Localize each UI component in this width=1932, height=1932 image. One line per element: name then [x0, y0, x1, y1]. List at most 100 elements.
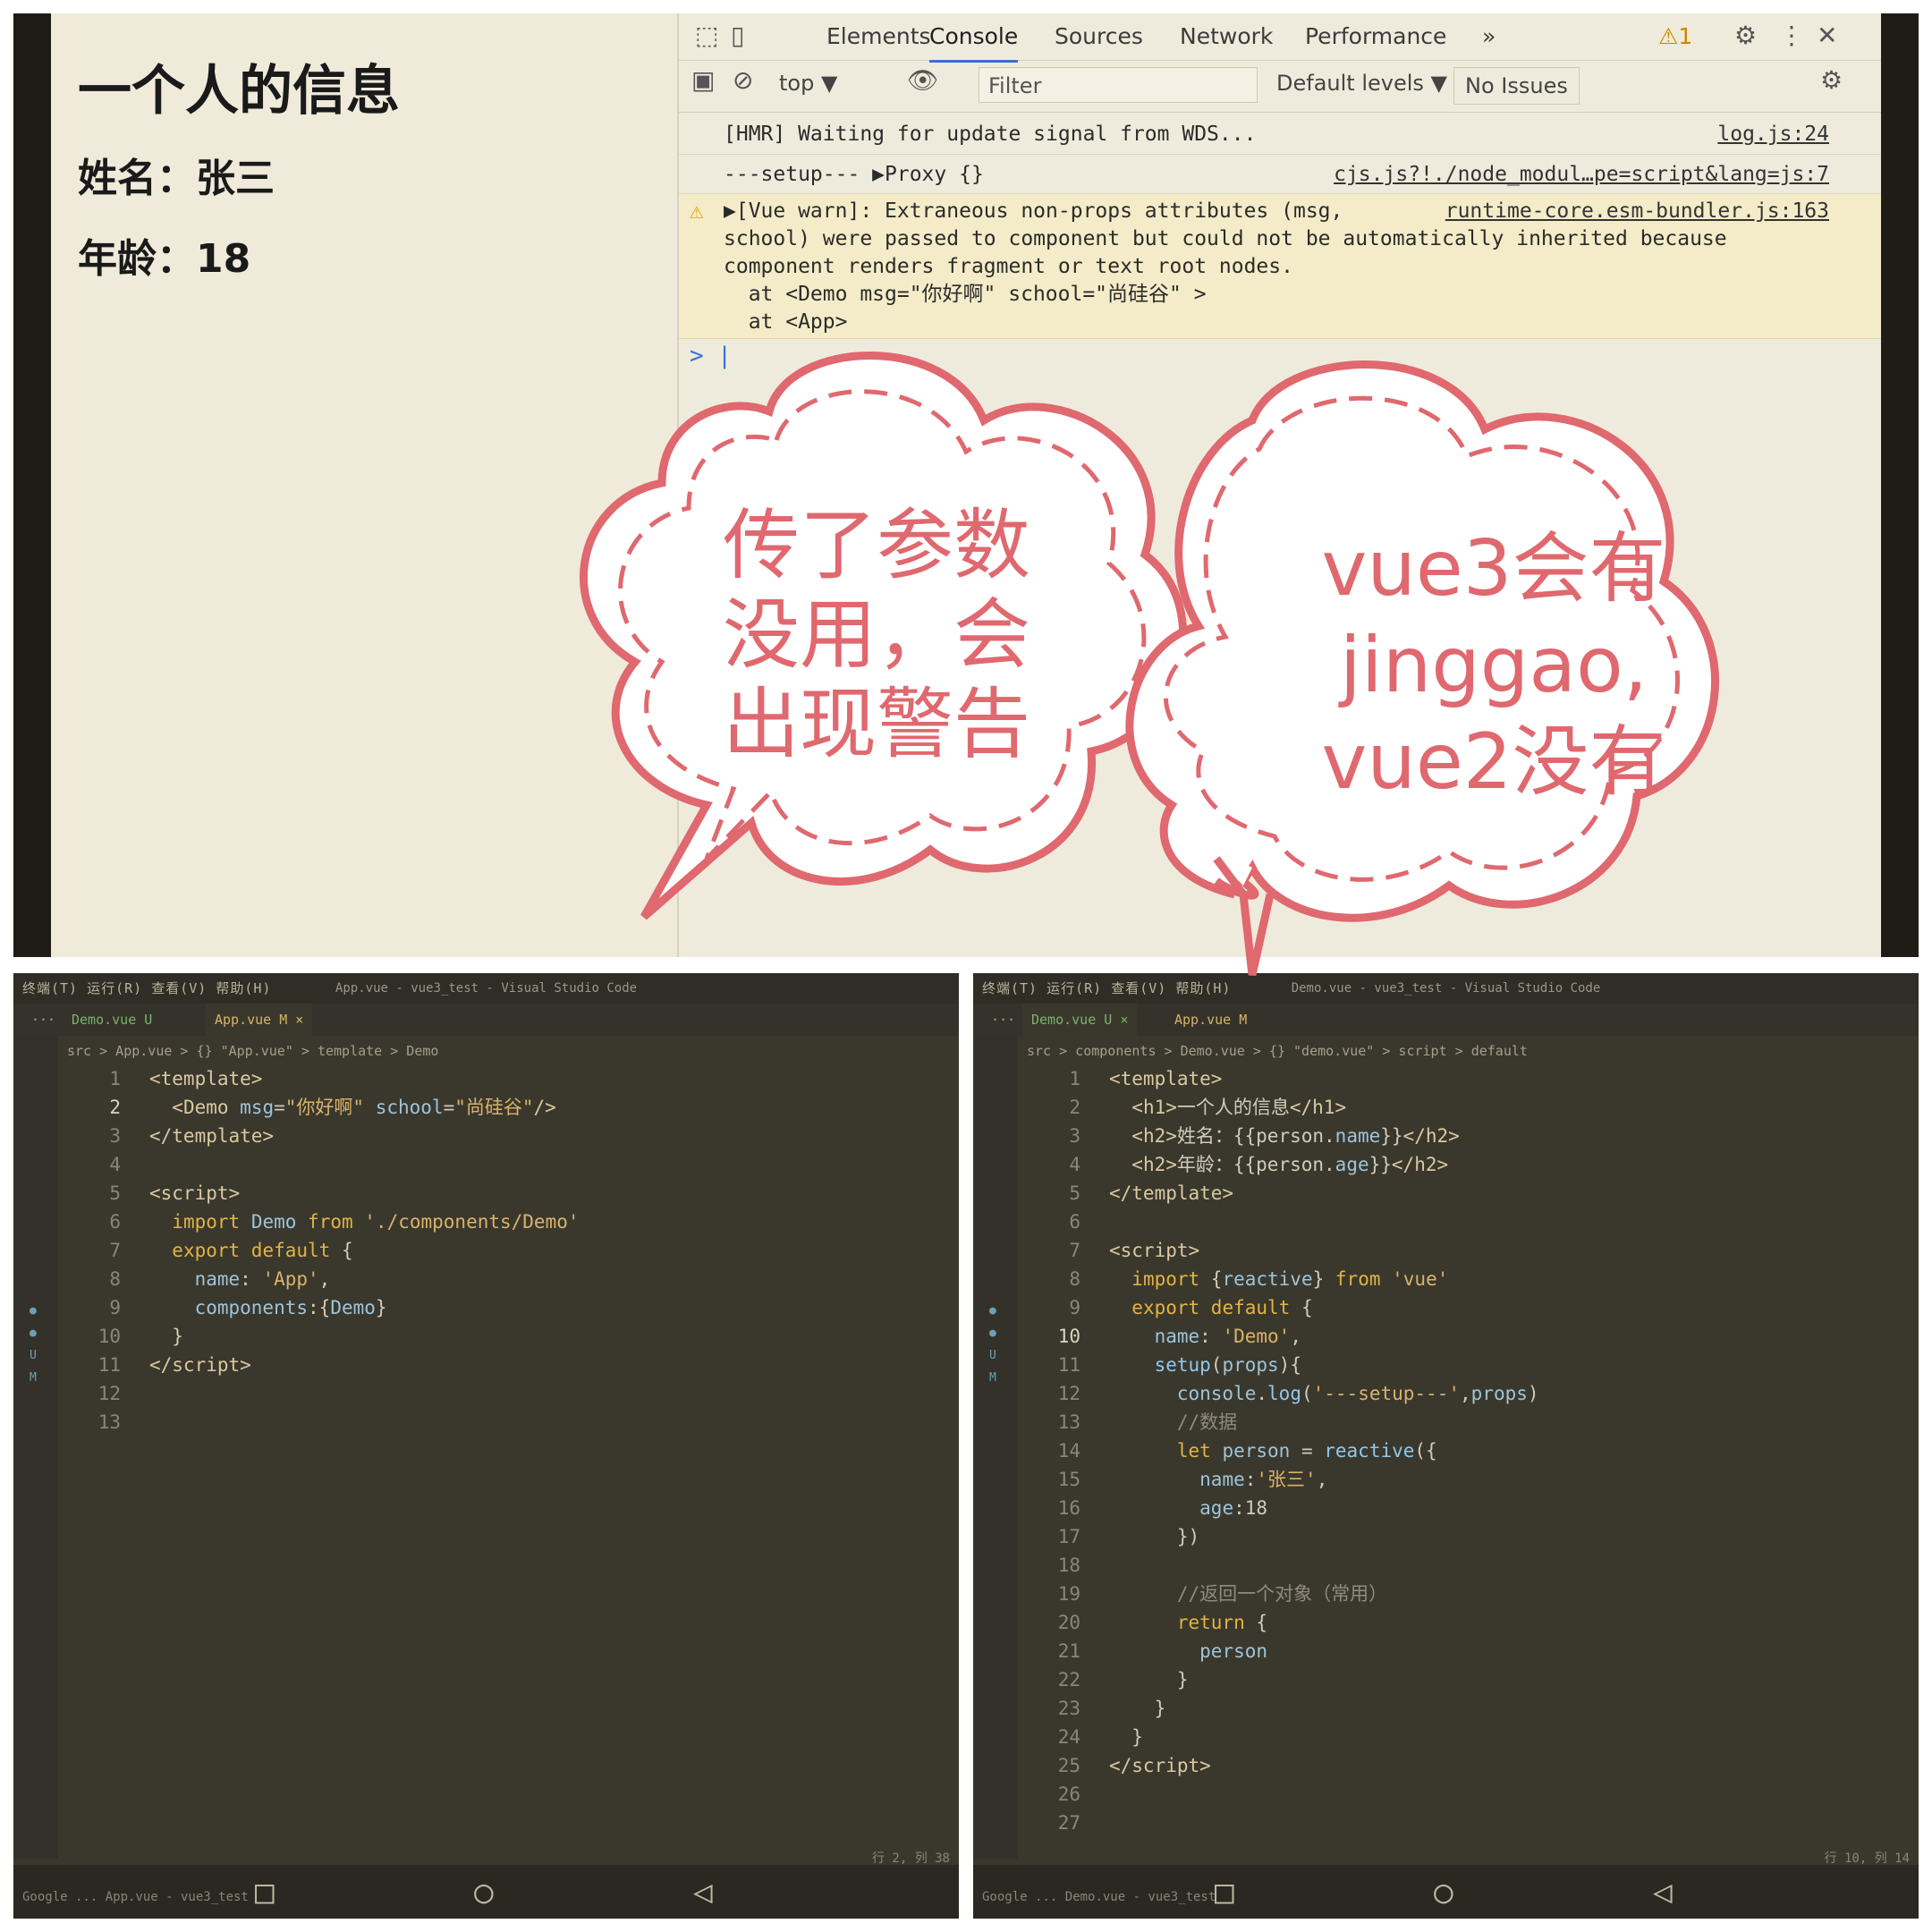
- breadcrumb[interactable]: src > App.vue > {} "App.vue" > template …: [67, 1038, 438, 1064]
- back-triangle-icon[interactable]: ◁: [693, 1874, 713, 1911]
- inspect-element-icon[interactable]: ⬚: [695, 21, 718, 50]
- tab-network[interactable]: Network: [1180, 13, 1273, 60]
- clear-console-icon[interactable]: ⊘: [733, 65, 753, 95]
- console-filter-input[interactable]: Filter: [979, 67, 1258, 103]
- issues-button[interactable]: No Issues: [1453, 67, 1580, 105]
- line-number: 6: [109, 1211, 121, 1233]
- console-source-link[interactable]: cjs.js?!./node_modul…pe=script&lang=js:7: [1334, 155, 1829, 194]
- breadcrumb[interactable]: src > components > Demo.vue > {} "demo.v…: [1027, 1038, 1528, 1064]
- editor-tabs: ··· Demo.vue U × App.vue M: [973, 1004, 1919, 1036]
- page-title: 一个人的信息: [78, 60, 400, 123]
- window-title: App.vue - vue3_test - Visual Studio Code: [335, 981, 638, 996]
- recents-square-icon[interactable]: □: [255, 1874, 275, 1911]
- sidebar-toggle-icon[interactable]: ▣: [691, 65, 715, 95]
- line-number: 3: [1069, 1125, 1080, 1147]
- home-circle-icon[interactable]: ○: [1434, 1874, 1453, 1911]
- line-number: 5: [109, 1182, 121, 1204]
- cursor-position[interactable]: 行 2, 列 38: [872, 1849, 950, 1867]
- live-expression-eye-icon[interactable]: 👁: [907, 65, 939, 95]
- home-circle-icon[interactable]: ○: [474, 1874, 494, 1911]
- console-message-text: [HMR] Waiting for update signal from WDS…: [724, 123, 1257, 146]
- warning-count-badge[interactable]: ⚠1: [1658, 13, 1692, 60]
- line-number: 9: [1069, 1297, 1080, 1318]
- settings-gear-icon[interactable]: ⚙: [1734, 21, 1757, 50]
- line-number: 22: [1057, 1669, 1080, 1690]
- vscode-window-demo: 终端(T) 运行(R) 查看(V) 帮助(H) Demo.vue - vue3_…: [973, 973, 1919, 1919]
- scm-dot-icon: ●: [989, 1304, 996, 1318]
- line-number: 24: [1057, 1726, 1080, 1748]
- recents-square-icon[interactable]: □: [1215, 1874, 1234, 1911]
- line-number: 7: [1069, 1240, 1080, 1261]
- warning-triangle-icon: ⚠: [690, 198, 704, 225]
- line-number: 11: [1057, 1354, 1080, 1376]
- browser-window: 一个人的信息 姓名：张三 年龄：18 ⬚ ▯ Elements Console …: [13, 13, 1919, 957]
- tab-console[interactable]: Console: [929, 13, 1019, 63]
- line-number: 1: [109, 1068, 121, 1089]
- context-selector[interactable]: top ▼: [779, 71, 837, 96]
- vscode-window-app: 终端(T) 运行(R) 查看(V) 帮助(H) App.vue - vue3_t…: [13, 973, 959, 1919]
- console-source-link[interactable]: log.js:24: [1717, 114, 1829, 155]
- window-border-right: [1881, 13, 1919, 957]
- line-number: 13: [97, 1411, 121, 1433]
- taskbar-items[interactable]: Google ... App.vue - vue3_test: [22, 1890, 249, 1904]
- device-toolbar-icon[interactable]: ▯: [731, 21, 744, 50]
- taskbar-items[interactable]: Google ... Demo.vue - vue3_test: [982, 1890, 1216, 1904]
- tab-app-vue[interactable]: App.vue M ×: [206, 1004, 313, 1036]
- more-icon[interactable]: ···: [22, 1004, 64, 1036]
- line-number: 17: [1057, 1526, 1080, 1547]
- untracked-u-icon: U: [30, 1349, 37, 1362]
- back-triangle-icon[interactable]: ◁: [1653, 1874, 1673, 1911]
- line-number: 8: [1069, 1268, 1080, 1290]
- android-nav-bar: 行 10, 列 14 Google ... Demo.vue - vue3_te…: [973, 1852, 1919, 1919]
- line-number: 8: [109, 1268, 121, 1290]
- android-nav-bar: 行 2, 列 38 Google ... App.vue - vue3_test…: [13, 1852, 959, 1919]
- tab-sources[interactable]: Sources: [1055, 13, 1143, 60]
- line-number: 11: [97, 1354, 121, 1376]
- tab-app-vue[interactable]: App.vue M: [1165, 1004, 1256, 1036]
- line-number: 6: [1069, 1211, 1080, 1233]
- line-number: 5: [1069, 1182, 1080, 1204]
- cursor-position[interactable]: 行 10, 列 14: [1825, 1849, 1910, 1867]
- line-number: 18: [1057, 1555, 1080, 1576]
- more-tabs-icon[interactable]: »: [1482, 13, 1496, 60]
- line-number: 16: [1057, 1497, 1080, 1519]
- devtools-tabbar: ⬚ ▯ Elements Console Sources Network Per…: [679, 13, 1883, 63]
- rendered-page: 一个人的信息 姓名：张三 年龄：18: [51, 13, 677, 957]
- console-source-link[interactable]: runtime-core.esm-bundler.js:163: [1445, 198, 1829, 225]
- bubble-left-line: 传了参数: [723, 501, 1030, 590]
- tab-demo-vue[interactable]: Demo.vue U: [63, 1004, 161, 1036]
- more-icon[interactable]: ···: [982, 1004, 1024, 1036]
- log-levels-dropdown[interactable]: Default levels ▼: [1276, 71, 1447, 96]
- bubble-left-text: 传了参数 没用，会 出现警告: [707, 501, 1046, 769]
- line-number: 14: [1057, 1440, 1080, 1462]
- scm-dot-icon: ●: [30, 1326, 37, 1340]
- vue-warning-message: ⚠ ▶[Vue warn]: Extraneous non-props attr…: [679, 194, 1883, 339]
- line-number: 12: [1057, 1383, 1080, 1404]
- editor-tabs: ··· Demo.vue U App.vue M ×: [13, 1004, 959, 1036]
- console-message: ---setup--- ▶Proxy {} cjs.js?!./node_mod…: [679, 155, 1883, 194]
- console-message-text[interactable]: ---setup--- ▶Proxy {}: [724, 155, 984, 194]
- activity-bar: ● ● U M: [973, 1036, 1018, 1859]
- line-number: 13: [1057, 1411, 1080, 1433]
- console-settings-gear-icon[interactable]: ⚙: [1820, 65, 1843, 95]
- console-prompt[interactable]: > |: [690, 343, 732, 369]
- person-name: 姓名：张三: [78, 156, 275, 201]
- line-number: 27: [1057, 1812, 1080, 1834]
- line-number: 23: [1057, 1698, 1080, 1719]
- bubble-right-line: vue2没有: [1321, 717, 1666, 807]
- close-devtools-icon[interactable]: ✕: [1817, 21, 1837, 50]
- line-number: 4: [109, 1154, 121, 1175]
- line-number: 20: [1057, 1612, 1080, 1633]
- tab-elements[interactable]: Elements: [826, 13, 931, 60]
- tab-performance[interactable]: Performance: [1305, 13, 1446, 60]
- untracked-u-icon: U: [989, 1349, 996, 1362]
- line-number: 21: [1057, 1640, 1080, 1662]
- activity-bar: ● ● U M: [13, 1036, 58, 1859]
- window-border-left: [13, 13, 51, 957]
- tab-demo-vue[interactable]: Demo.vue U ×: [1022, 1004, 1138, 1036]
- bubble-right-line: vue3会有: [1321, 524, 1666, 614]
- more-options-icon[interactable]: ⋮: [1779, 21, 1804, 50]
- bubble-right-line: jinggao,: [1339, 621, 1648, 710]
- line-number: 12: [97, 1383, 121, 1404]
- person-age: 年龄：18: [78, 236, 251, 282]
